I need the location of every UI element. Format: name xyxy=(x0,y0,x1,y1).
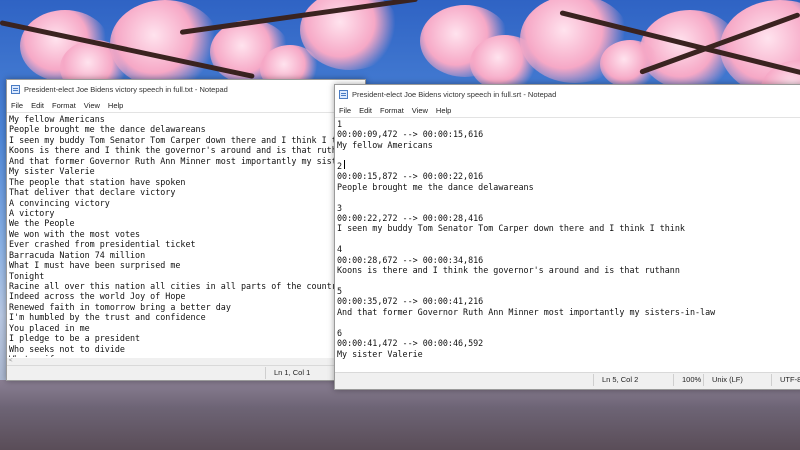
menu-view[interactable]: View xyxy=(80,101,104,110)
text-line: 00:00:15,872 --> 00:00:22,016 xyxy=(337,171,484,182)
text-line xyxy=(337,317,800,327)
text-line: We the People xyxy=(9,218,75,229)
text-line: Renewed faith in tomorrow bring a better… xyxy=(9,301,231,312)
text-line: Tonight xyxy=(9,270,45,281)
cursor-position: Ln 5, Col 2 xyxy=(602,375,639,384)
line-ending: Unix (LF) xyxy=(712,375,743,384)
status-separator xyxy=(771,374,772,386)
text-line: 00:00:09,472 --> 00:00:15,616 xyxy=(337,129,484,140)
text-line: Koons is there and I think the governor'… xyxy=(9,145,352,156)
text-editor[interactable]: My fellow Americans People brought me the… xyxy=(7,112,365,357)
text-line: 00:00:28,672 --> 00:00:34,816 xyxy=(337,254,484,265)
text-line: And that former Governor Ruth Ann Minner… xyxy=(9,155,365,166)
scroll-left-icon[interactable]: < xyxy=(9,358,13,364)
menu-view[interactable]: View xyxy=(408,106,432,115)
status-separator xyxy=(593,374,594,386)
text-line: 4 xyxy=(337,244,343,255)
text-line: People brought me the dance delawareans xyxy=(9,124,206,135)
text-line: I seen my buddy Tom Senator Tom Carper d… xyxy=(9,134,357,145)
zoom-level: 100% xyxy=(682,375,702,384)
text-line xyxy=(337,150,800,160)
menu-bar: File Edit Format View Help xyxy=(335,103,800,117)
text-line: Ever crashed from presidential ticket xyxy=(9,239,196,250)
status-bar: Ln 1, Col 1 xyxy=(7,365,365,380)
text-line xyxy=(337,276,800,286)
text-line: That deliver that declare victory xyxy=(9,187,176,198)
status-bar: Ln 5, Col 2 100% Unix (LF) UTF-8 xyxy=(335,372,800,389)
menu-edit[interactable]: Edit xyxy=(355,106,376,115)
text-line: 00:00:41,472 --> 00:00:46,592 xyxy=(337,338,484,349)
text-line: My sister Valerie xyxy=(9,166,95,177)
encoding: UTF-8 xyxy=(780,375,800,384)
text-line: 5 xyxy=(337,286,343,296)
cursor-position: Ln 1, Col 1 xyxy=(274,368,311,377)
text-line: 2 xyxy=(337,160,343,171)
title-bar[interactable]: President-elect Joe Bidens victory speec… xyxy=(335,85,800,103)
notepad-icon xyxy=(339,89,348,99)
text-editor[interactable]: 1 00:00:09,472 --> 00:00:15,616 My fellow … xyxy=(335,117,800,371)
text-line: You placed in me xyxy=(9,322,90,333)
window-title: President-elect Joe Bidens victory speec… xyxy=(24,84,228,94)
menu-help[interactable]: Help xyxy=(104,101,127,110)
text-line: The people that station have spoken xyxy=(9,176,186,187)
notepad-icon xyxy=(11,84,20,94)
text-line xyxy=(337,234,800,244)
text-line: 00:00:35,072 --> 00:00:41,216 xyxy=(337,296,484,307)
menu-help[interactable]: Help xyxy=(432,106,455,115)
menu-format[interactable]: Format xyxy=(48,101,80,110)
window-title: President-elect Joe Bidens victory speec… xyxy=(352,89,557,99)
text-line: I pledge to be a president xyxy=(9,333,141,344)
text-line: 00:00:22,272 --> 00:00:28,416 xyxy=(337,212,484,223)
text-caret xyxy=(344,160,345,169)
text-line: What I must have been surprised me xyxy=(9,260,181,271)
text-line: My sister Valerie xyxy=(337,348,423,359)
notepad-window-txt[interactable]: President-elect Joe Bidens victory speec… xyxy=(6,79,366,381)
text-line: Racine all over this nation all cities i… xyxy=(9,281,342,291)
wallpaper-city xyxy=(0,380,800,450)
title-bar[interactable]: President-elect Joe Bidens victory speec… xyxy=(7,80,365,98)
text-line: 3 xyxy=(337,202,343,213)
text-line: A convincing victory xyxy=(9,197,110,208)
text-line: I'm humbled by the trust and confidence xyxy=(9,312,206,323)
text-line xyxy=(337,192,800,202)
text-line: Who seeks not to divide xyxy=(9,343,125,354)
text-line: Indeed across the world Joy of Hope xyxy=(9,291,186,302)
menu-edit[interactable]: Edit xyxy=(27,101,48,110)
text-line: Koons is there and I think the governor'… xyxy=(337,265,680,276)
text-line: People brought me the dance delawareans xyxy=(337,181,534,192)
status-separator xyxy=(673,374,674,386)
blossom-cluster xyxy=(470,35,540,91)
menu-file[interactable]: File xyxy=(11,101,27,110)
text-line: A victory xyxy=(9,207,55,218)
menu-bar: File Edit Format View Help xyxy=(7,98,365,112)
text-line: My fellow Americans xyxy=(9,114,105,124)
blossom-cluster xyxy=(600,40,660,88)
text-line: I seen my buddy Tom Senator Tom Carper d… xyxy=(337,223,685,234)
text-line: 1 xyxy=(337,119,343,129)
text-line: And that former Governor Ruth Ann Minner… xyxy=(337,306,716,317)
text-line: 6 xyxy=(337,327,343,338)
text-line: What unify xyxy=(9,354,365,357)
notepad-window-srt[interactable]: President-elect Joe Bidens victory speec… xyxy=(334,84,800,390)
status-separator xyxy=(265,367,266,379)
text-line: We won with the most votes xyxy=(9,228,141,239)
menu-file[interactable]: File xyxy=(339,106,355,115)
menu-format[interactable]: Format xyxy=(376,106,408,115)
text-line: My fellow Americans xyxy=(337,139,433,150)
status-separator xyxy=(703,374,704,386)
text-line: Barracuda Nation 74 million xyxy=(9,249,146,260)
